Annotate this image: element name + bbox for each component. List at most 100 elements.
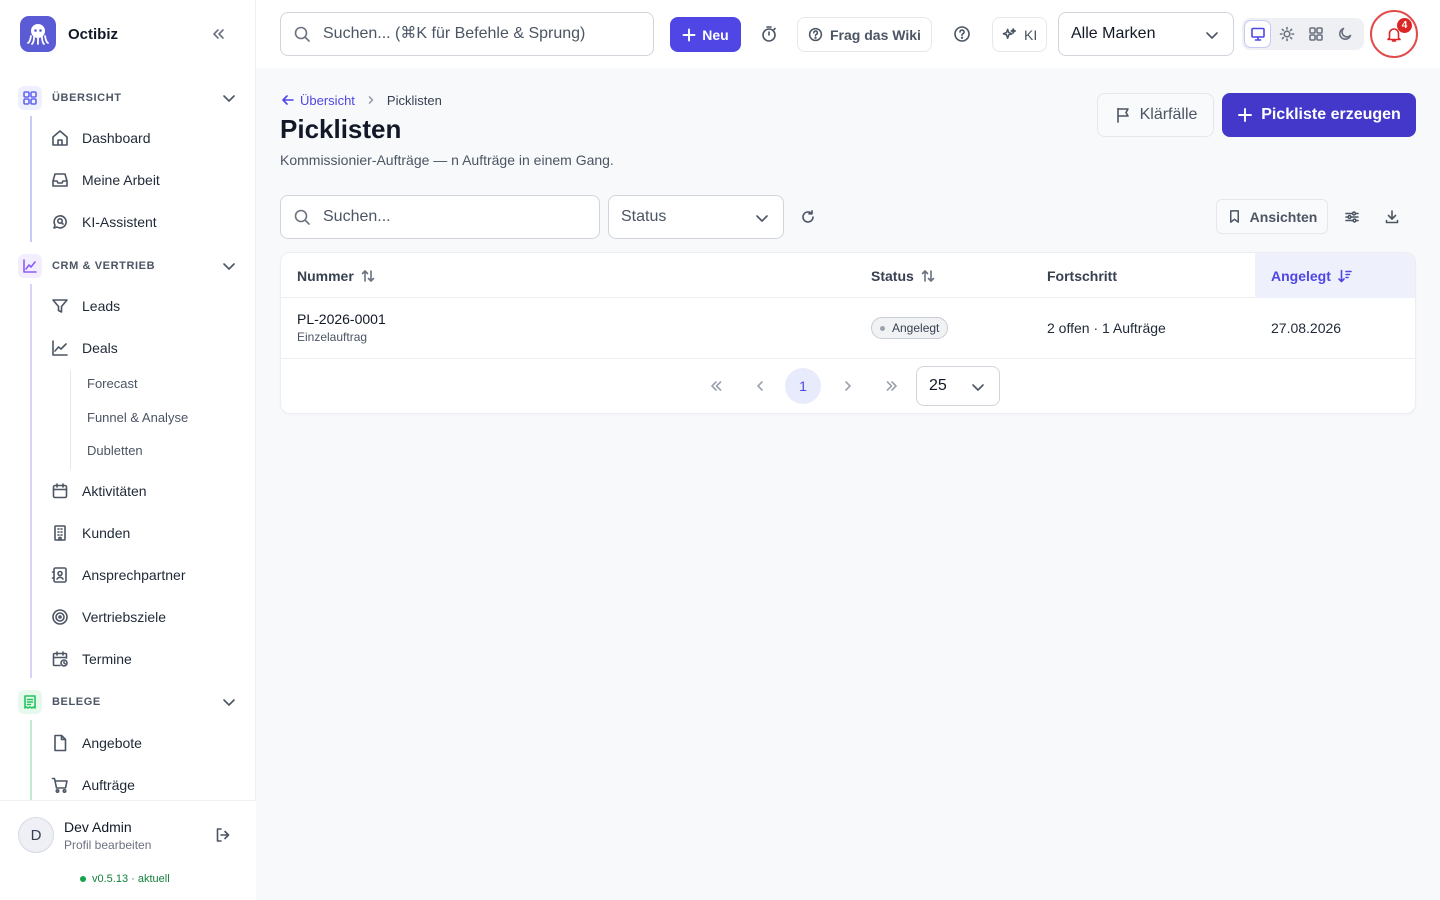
chevron-down-icon <box>753 209 771 227</box>
layout-grid-icon[interactable] <box>1303 21 1328 47</box>
sidebar-item-deals[interactable]: Deals <box>50 333 240 363</box>
table-search[interactable] <box>280 195 600 239</box>
sidebar-item-auftraege[interactable]: Aufträge <box>50 770 240 800</box>
picklist-number[interactable]: PL-2026-0001 <box>297 311 386 327</box>
breadcrumb-back-link[interactable]: Übersicht <box>280 92 355 108</box>
section-crm-vertrieb[interactable]: CRM & VERTRIEB <box>18 254 242 278</box>
sidebar-item-label: Kunden <box>82 525 131 541</box>
moon-icon[interactable] <box>1332 21 1357 47</box>
sidebar-item-label: Aktivitäten <box>82 483 147 499</box>
brand[interactable]: Octibiz <box>20 16 118 52</box>
plus-icon <box>1237 107 1253 123</box>
sun-icon[interactable] <box>1274 21 1299 47</box>
section-uebersicht[interactable]: ÜBERSICHT <box>18 86 242 110</box>
section-label: ÜBERSICHT <box>52 92 122 104</box>
grid-icon <box>18 86 42 110</box>
page-size-select[interactable]: 25 <box>916 366 1000 406</box>
logout-icon[interactable] <box>214 826 232 844</box>
sidebar-subitem-dubletten[interactable]: Dubletten <box>87 443 143 463</box>
sidebar-item-angebote[interactable]: Angebote <box>50 728 240 758</box>
plus-icon <box>682 28 696 42</box>
sidebar-item-ki-assistent[interactable]: KI-Assistent <box>50 207 240 237</box>
sidebar: Octibiz ÜBERSICHT Dashboard Meine Arbeit… <box>0 0 256 900</box>
help-circle-icon <box>808 27 823 42</box>
breadcrumb: Übersicht Picklisten <box>280 92 442 108</box>
previous-page-icon[interactable] <box>742 368 778 404</box>
avatar[interactable]: D <box>18 817 54 853</box>
create-picklist-button[interactable]: Pickliste erzeugen <box>1222 93 1416 137</box>
monitor-icon[interactable] <box>1245 21 1270 47</box>
first-page-icon[interactable] <box>698 368 734 404</box>
sub-rail <box>70 370 71 470</box>
table-header: Nummer Status Fortschritt Angelegt <box>281 253 1415 298</box>
breadcrumb-current: Picklisten <box>386 92 442 108</box>
section-rail <box>30 116 32 242</box>
status-filter-select[interactable]: Status <box>608 195 784 239</box>
table-row[interactable]: PL-2026-0001 Einzelauftrag Angelegt 2 of… <box>281 298 1415 359</box>
sidebar-item-dashboard[interactable]: Dashboard <box>50 123 240 153</box>
last-page-icon[interactable] <box>874 368 910 404</box>
chevron-right-icon <box>365 94 377 106</box>
sidebar-item-ansprechpartner[interactable]: Ansprechpartner <box>50 560 240 590</box>
sidebar-item-aktivitaeten[interactable]: Aktivitäten <box>50 476 240 506</box>
page-size-value: 25 <box>929 377 947 394</box>
user-name: Dev Admin <box>64 819 132 835</box>
sidebar-nav[interactable]: ÜBERSICHT Dashboard Meine Arbeit KI-Assi… <box>0 78 256 800</box>
chat-search-icon <box>50 212 70 232</box>
arrow-left-icon <box>280 92 296 108</box>
sidebar-subitem-forecast[interactable]: Forecast <box>87 376 138 396</box>
new-button[interactable]: Neu <box>670 17 741 52</box>
page-button-current[interactable]: 1 <box>785 368 821 404</box>
sidebar-subitem-funnel-analyse[interactable]: Funnel & Analyse <box>87 410 188 430</box>
section-label: BELEGE <box>52 696 101 708</box>
views-label: Ansichten <box>1249 208 1318 225</box>
notifications-button[interactable]: 4 <box>1370 10 1418 58</box>
column-header-status[interactable]: Status <box>871 253 936 298</box>
inbox-icon <box>50 170 70 190</box>
user-panel: D Dev Admin Profil bearbeiten v0.5.13 · … <box>0 800 256 900</box>
table-search-input[interactable] <box>323 208 583 226</box>
chevron-down-icon <box>220 257 238 275</box>
sidebar-item-kunden[interactable]: Kunden <box>50 518 240 548</box>
sidebar-item-label: Leads <box>82 298 121 314</box>
picklist-type: Einzelauftrag <box>297 330 368 344</box>
sidebar-item-meine-arbeit[interactable]: Meine Arbeit <box>50 165 240 195</box>
ask-wiki-button[interactable]: Frag das Wiki <box>797 17 932 52</box>
ai-button[interactable]: KI <box>992 17 1048 52</box>
download-icon[interactable] <box>1379 204 1405 230</box>
refresh-icon[interactable] <box>795 204 821 230</box>
sidebar-item-label: Vertriebsziele <box>82 609 167 625</box>
ask-wiki-label: Frag das Wiki <box>830 26 921 43</box>
breadcrumb-back-label: Übersicht <box>300 92 355 108</box>
edit-profile-link[interactable]: Profil bearbeiten <box>64 838 151 852</box>
chevron-down-icon <box>220 89 238 107</box>
notification-count-badge: 4 <box>1397 18 1412 33</box>
document-icon <box>50 733 70 753</box>
global-search[interactable] <box>280 12 654 56</box>
page-subtitle: Kommissionier-Aufträge — n Aufträge in e… <box>280 152 614 168</box>
bookmark-icon <box>1227 209 1242 224</box>
sidebar-item-vertriebsziele[interactable]: Vertriebsziele <box>50 602 240 632</box>
sort-icon <box>360 268 376 284</box>
stopwatch-icon[interactable] <box>756 21 782 47</box>
brand-filter-select[interactable]: Alle Marken <box>1058 12 1234 56</box>
sliders-icon[interactable] <box>1339 204 1365 230</box>
section-belege[interactable]: BELEGE <box>18 690 242 714</box>
sidebar-item-label: Ansprechpartner <box>82 567 186 583</box>
global-search-input[interactable] <box>323 25 643 43</box>
collapse-sidebar-icon[interactable] <box>208 24 228 44</box>
sidebar-item-label: KI-Assistent <box>82 214 157 230</box>
column-header-nummer[interactable]: Nummer <box>297 253 376 298</box>
klaerfaelle-button[interactable]: Klärfälle <box>1097 93 1214 137</box>
views-button[interactable]: Ansichten <box>1216 199 1328 234</box>
sidebar-item-label: Meine Arbeit <box>82 172 160 188</box>
version-label: v0.5.13 · aktuell <box>92 873 170 885</box>
next-page-icon[interactable] <box>830 368 866 404</box>
sidebar-item-termine[interactable]: Termine <box>50 644 240 674</box>
sparkles-icon <box>1002 27 1017 42</box>
sidebar-item-leads[interactable]: Leads <box>50 291 240 321</box>
status-dot-icon <box>80 876 86 882</box>
help-icon[interactable] <box>949 21 975 47</box>
column-header-angelegt[interactable]: Angelegt <box>1255 253 1415 298</box>
sidebar-item-label: Deals <box>82 340 118 356</box>
